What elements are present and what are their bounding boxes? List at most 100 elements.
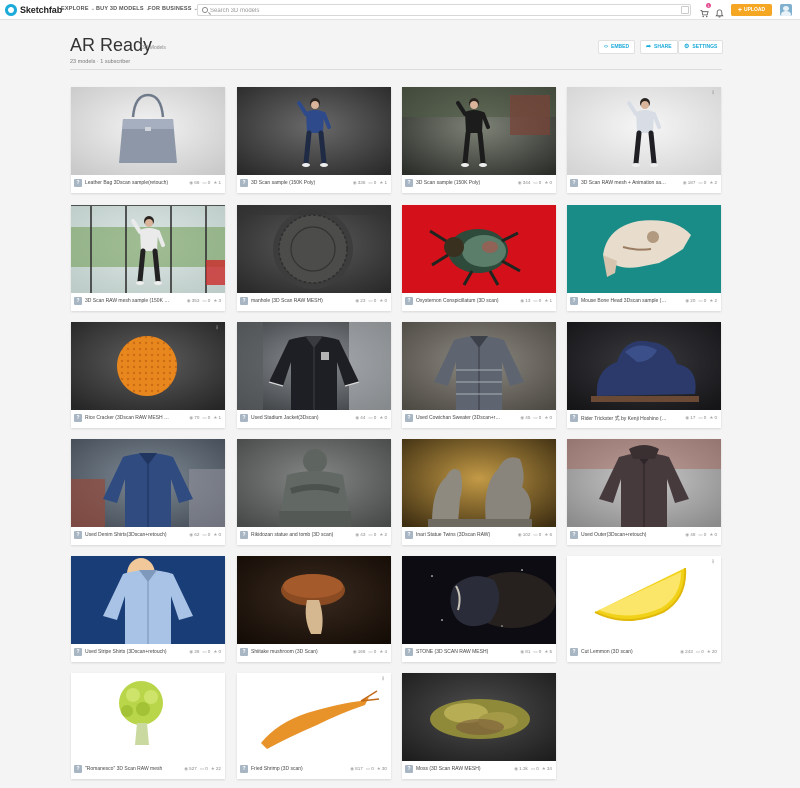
model-card[interactable]: ? Used Stadium Jacket(3Dscan) ◉44 ▭0 ★0 xyxy=(237,322,391,428)
model-meta: ? 3D Scan RAW mesh sample (150K Poly) ◉353… xyxy=(71,293,225,311)
model-stats: ◉527 ▭0 ★22 xyxy=(181,766,221,772)
search-input[interactable] xyxy=(210,6,670,15)
model-thumbnail[interactable] xyxy=(237,87,391,175)
model-card[interactable]: ? manhole (3D Scan RAW MESH) ◉23 ▭0 ★0 xyxy=(237,205,391,311)
model-card[interactable]: ? Used Outer(3Dscan+retouch) ◉48 ▭0 ★0 xyxy=(567,439,721,545)
model-name[interactable]: STONE (3D SCAN RAW MESH) xyxy=(416,649,502,655)
model-card[interactable]: ? 3D Scan sample (150K Poly) ◉336 ▭0 ★1 xyxy=(237,87,391,193)
model-card[interactable]: ?Used Cowichan Sweater (3Dscan+retouch) ◉… xyxy=(402,322,556,428)
model-thumbnail[interactable] xyxy=(71,673,225,761)
nav-buy-3d-models[interactable]: BUY 3D MODELS ⌄ xyxy=(96,6,150,12)
model-name[interactable]: 3D Scan sample (150K Poly) xyxy=(416,180,502,186)
model-card[interactable]: ? 3D Scan RAW mesh sample (150K Poly) ◉353… xyxy=(71,205,225,311)
model-card[interactable]: ? Oxysternon Conspicillatum (3D scan) ◉13 ▭… xyxy=(402,205,556,311)
model-category-icon: ? xyxy=(405,414,413,422)
star-icon: ★ xyxy=(706,649,711,654)
model-card[interactable]: ? Shiitake mushroom (3D Scan) ◉168 ▭0 ★4 xyxy=(237,556,391,662)
model-name[interactable]: Used Outer(3Dscan+retouch) xyxy=(581,532,667,538)
upload-button[interactable]: + UPLOAD xyxy=(731,4,772,16)
model-thumbnail[interactable] xyxy=(71,87,225,175)
model-thumbnail[interactable]: ⭳ xyxy=(567,87,721,175)
model-name[interactable]: Moss (3D Scan RAW MESH) xyxy=(416,766,502,772)
comment-icon: ▭ xyxy=(533,649,538,654)
model-card[interactable]: ⭳? Cut Lemmon (3D scan) ◉243 ▭0 ★20 xyxy=(567,556,721,662)
model-thumbnail[interactable] xyxy=(402,205,556,293)
likes-stat: ★1 xyxy=(544,298,552,303)
model-name[interactable]: Rice Cracker (3Dscan RAW MESH 30K) xyxy=(85,415,171,421)
model-card[interactable]: ? Moss (3D Scan RAW MESH) ◉1.3k ▭0 ★34 xyxy=(402,673,556,779)
model-thumbnail[interactable] xyxy=(71,556,225,644)
model-meta: ? Used Stadium Jacket(3Dscan) ◉44 ▭0 ★0 xyxy=(237,410,391,428)
nav-explore[interactable]: EXPLORE ⌄ xyxy=(61,6,95,12)
model-card[interactable]: ? STONE (3D SCAN RAW MESH) ◉81 ▭0 ★5 xyxy=(402,556,556,662)
model-thumbnail[interactable] xyxy=(237,556,391,644)
model-thumbnail[interactable] xyxy=(402,87,556,175)
settings-button[interactable]: ⚙ SETTINGS xyxy=(678,40,724,54)
likes-stat: ★2 xyxy=(709,298,717,303)
model-name[interactable]: Shiitake mushroom (3D Scan) xyxy=(251,649,337,655)
model-card[interactable]: ? "Romanesco" 3D Scan RAW mesh ◉527 ▭0 ★22 xyxy=(71,673,225,779)
model-name[interactable]: Used Denim Shirts(3Dscan+retouch) xyxy=(85,532,171,538)
model-card[interactable]: ? Inari Statue Twins (3Dscan RAW) ◉102 ▭0 ★6 xyxy=(402,439,556,545)
model-card[interactable]: ? Used Denim Shirts(3Dscan+retouch) ◉62 ▭0 ★… xyxy=(71,439,225,545)
views-stat: ◉81 xyxy=(520,649,530,654)
model-name[interactable]: Mouse Bone Head 3Dscan sample (RAW) xyxy=(581,298,667,304)
model-name[interactable]: manhole (3D Scan RAW MESH) xyxy=(251,298,337,304)
embed-button[interactable]: ‹› EMBED xyxy=(598,40,636,54)
model-name[interactable]: Used Stadium Jacket(3Dscan) xyxy=(251,415,337,421)
model-name[interactable]: Leather Bag 3Dscan sample(retouch) xyxy=(85,180,171,186)
model-meta: ?Rider Trickster 式 by Kenji Hoshino (3D … xyxy=(567,410,721,428)
model-category-icon: ? xyxy=(405,648,413,656)
cart-button[interactable]: 1 xyxy=(700,3,711,18)
nav-for-business[interactable]: FOR BUSINESS ⌄ xyxy=(148,6,198,12)
model-name[interactable]: Rikidozan statue and tomb (3D scan) xyxy=(251,532,337,538)
search-filter-button[interactable] xyxy=(681,6,689,14)
model-card[interactable]: ⭳? Fried Shrimp (3D scan) ◉817 ▭0 ★30 xyxy=(237,673,391,779)
model-name[interactable]: Used Stripe Shirts (3Dscan+retouch) xyxy=(85,649,171,655)
comments-stat: ▭0 xyxy=(696,649,704,654)
model-thumbnail[interactable] xyxy=(402,556,556,644)
model-name[interactable]: Oxysternon Conspicillatum (3D scan) xyxy=(416,298,502,304)
model-card[interactable]: ? Leather Bag 3Dscan sample(retouch) ◉66 ▭0… xyxy=(71,87,225,193)
likes-stat: ★22 xyxy=(211,766,221,771)
model-name[interactable]: Fried Shrimp (3D scan) xyxy=(251,766,337,772)
model-card[interactable]: ? Rikidozan statue and tomb (3D scan) ◉43 ▭… xyxy=(237,439,391,545)
views-stat: ◉38 xyxy=(189,649,199,654)
model-card[interactable]: ? Mouse Bone Head 3Dscan sample (RAW) ◉20 ▭… xyxy=(567,205,721,311)
user-avatar[interactable] xyxy=(780,4,792,16)
model-thumbnail[interactable]: ⭳ xyxy=(237,673,391,761)
model-thumbnail[interactable] xyxy=(567,439,721,527)
model-thumbnail[interactable]: ⭳ xyxy=(71,322,225,410)
model-thumbnail[interactable] xyxy=(402,439,556,527)
model-name[interactable]: 3D Scan RAW mesh + Animation sample xyxy=(581,180,667,186)
model-card[interactable]: ⭳? 3D Scan RAW mesh + Animation sample ◉18… xyxy=(567,87,721,193)
model-thumbnail[interactable] xyxy=(237,439,391,527)
share-button[interactable]: ➦ SHARE xyxy=(640,40,678,54)
model-thumbnail[interactable] xyxy=(237,205,391,293)
model-thumbnail[interactable] xyxy=(237,322,391,410)
model-name[interactable]: Cut Lemmon (3D scan) xyxy=(581,649,667,655)
notifications-button[interactable] xyxy=(715,5,724,18)
model-card[interactable]: ? 3D Scan sample (150K Poly) ◉344 ▭0 ★0 xyxy=(402,87,556,193)
model-card[interactable]: ⭳? Rice Cracker (3Dscan RAW MESH 30K) ◉70 ▭… xyxy=(71,322,225,428)
model-card[interactable]: ?Rider Trickster 式 by Kenji Hoshino (3D … xyxy=(567,322,721,428)
model-thumbnail[interactable] xyxy=(567,205,721,293)
model-name[interactable]: 3D Scan RAW mesh sample (150K Poly) xyxy=(85,298,171,304)
model-thumbnail[interactable]: ⭳ xyxy=(567,556,721,644)
sketchfab-logo[interactable]: Sketchfab xyxy=(5,3,62,17)
model-thumbnail[interactable] xyxy=(71,439,225,527)
likes-stat: ★0 xyxy=(544,180,552,185)
model-category-icon: ? xyxy=(240,414,248,422)
model-thumbnail[interactable] xyxy=(402,673,556,761)
model-name[interactable]: Inari Statue Twins (3Dscan RAW) xyxy=(416,532,502,538)
model-name[interactable]: Rider Trickster 式 by Kenji Hoshino (3D s… xyxy=(581,415,667,422)
model-thumbnail[interactable] xyxy=(71,205,225,293)
sketchfab-logo-icon xyxy=(5,4,17,16)
model-name[interactable]: 3D Scan sample (150K Poly) xyxy=(251,180,337,186)
model-thumbnail[interactable] xyxy=(402,322,556,410)
model-thumbnail[interactable] xyxy=(567,322,721,410)
model-card[interactable]: ? Used Stripe Shirts (3Dscan+retouch) ◉38 ▭… xyxy=(71,556,225,662)
model-name[interactable]: Used Cowichan Sweater (3Dscan+retouch) xyxy=(416,415,502,421)
comment-icon: ▭ xyxy=(698,415,703,420)
model-name[interactable]: "Romanesco" 3D Scan RAW mesh xyxy=(85,766,171,772)
